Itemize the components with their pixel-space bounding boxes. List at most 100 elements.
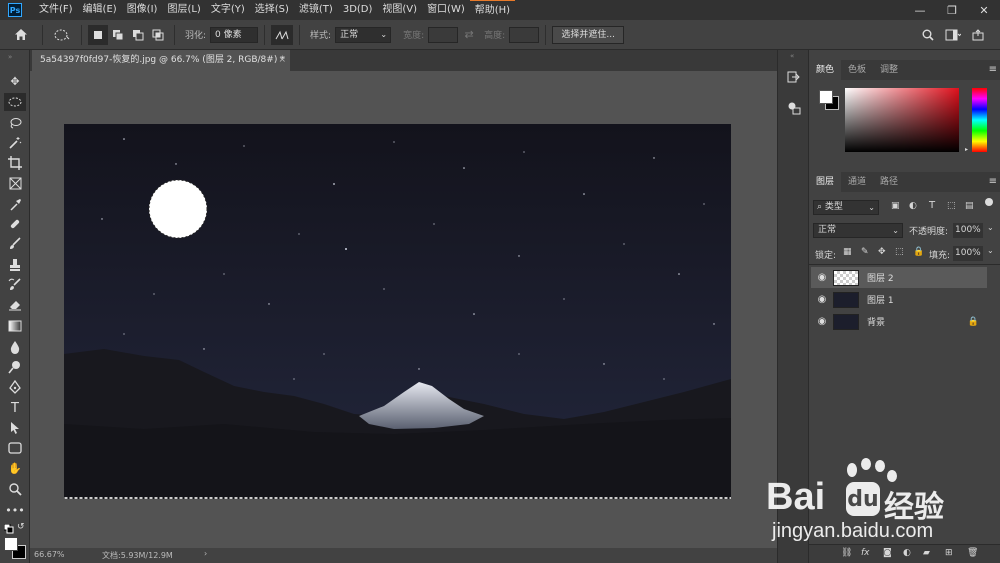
minimize-button[interactable]: — — [904, 0, 936, 20]
eyedropper-tool-icon[interactable] — [4, 195, 26, 213]
rectangle-tool-icon[interactable] — [4, 439, 26, 457]
filter-pixel-icon[interactable]: ▣ — [891, 201, 900, 211]
lock-position-icon[interactable]: ✥ — [878, 247, 886, 257]
tab-swatches[interactable]: 色板 — [841, 60, 873, 80]
subtract-from-selection-icon[interactable] — [128, 25, 148, 45]
lock-artboard-icon[interactable]: ⬚ — [895, 247, 904, 257]
close-document-icon[interactable]: × — [278, 50, 286, 71]
hand-tool-icon[interactable]: ✋ — [4, 459, 26, 477]
filter-toggle-icon[interactable] — [985, 198, 993, 206]
fill-input[interactable]: 100% — [953, 246, 983, 261]
visibility-eye-icon[interactable]: ◉ — [811, 272, 833, 283]
pen-tool-icon[interactable] — [4, 378, 26, 396]
layer-name[interactable]: 图层 1 — [867, 293, 894, 306]
menu-type[interactable]: 文字(Y) — [206, 0, 250, 20]
add-mask-icon[interactable]: ◙ — [883, 548, 892, 558]
close-button[interactable]: ✕ — [968, 0, 1000, 20]
menu-select[interactable]: 选择(S) — [250, 0, 294, 20]
history-panel-icon[interactable] — [784, 68, 804, 88]
layer-filter-select[interactable]: ⌕ 类型 ⌄ — [813, 200, 879, 215]
add-to-selection-icon[interactable] — [108, 25, 128, 45]
default-colors-icon[interactable] — [3, 523, 14, 534]
new-group-icon[interactable]: ▰ — [923, 548, 930, 558]
lock-image-icon[interactable]: ✎ — [861, 247, 869, 257]
anti-alias-icon[interactable] — [271, 24, 294, 45]
foreground-color-swatch[interactable] — [4, 537, 18, 551]
workspace-icon[interactable] — [942, 25, 964, 45]
filter-shape-icon[interactable]: ⬚ — [947, 201, 956, 211]
visibility-eye-icon[interactable]: ◉ — [811, 316, 833, 327]
zoom-level[interactable]: 66.67% — [34, 550, 65, 559]
share-icon[interactable] — [968, 25, 988, 45]
elliptical-marquee-preset-icon[interactable] — [49, 25, 75, 45]
filter-adjustment-icon[interactable]: ◐ — [909, 201, 917, 211]
document-tab[interactable]: 5a54397f0fd97-恢复的.jpg @ 66.7% (图层 2, RGB… — [32, 50, 290, 71]
chevron-down-icon[interactable]: ⌄ — [987, 246, 994, 255]
select-and-mask-button[interactable]: 选择并遮住... — [552, 25, 625, 44]
filter-smart-object-icon[interactable]: ▤ — [965, 201, 974, 211]
menu-edit[interactable]: 编辑(E) — [78, 0, 122, 20]
history-brush-tool-icon[interactable] — [4, 276, 26, 294]
type-tool-icon[interactable]: T — [4, 399, 26, 417]
properties-panel-icon[interactable] — [784, 98, 804, 118]
swap-width-height-icon[interactable]: ⇄ — [458, 25, 480, 45]
foreground-color-swatch[interactable] — [819, 90, 833, 104]
status-menu-arrow-icon[interactable]: › — [204, 549, 207, 558]
swap-colors-icon[interactable]: ↺ — [17, 522, 25, 532]
elliptical-marquee-tool-icon[interactable] — [4, 93, 26, 111]
adjustment-layer-icon[interactable]: ◐ — [903, 548, 911, 558]
height-input[interactable] — [509, 26, 540, 43]
tab-color[interactable]: 颜色 — [809, 60, 842, 80]
link-layers-icon[interactable]: ⛓ — [841, 548, 852, 558]
delete-layer-icon[interactable]: 🗑 — [967, 548, 978, 558]
crop-tool-icon[interactable] — [4, 154, 26, 172]
menu-3d[interactable]: 3D(D) — [338, 0, 378, 20]
move-tool-icon[interactable]: ✥ — [4, 72, 26, 90]
document-canvas[interactable] — [64, 124, 731, 499]
restore-button[interactable]: ❐ — [936, 0, 968, 20]
menu-filter[interactable]: 滤镜(T) — [294, 0, 338, 20]
search-icon[interactable] — [920, 25, 936, 45]
lock-transparency-icon[interactable]: ▦ — [843, 247, 852, 257]
frame-tool-icon[interactable] — [4, 174, 26, 192]
canvas-area[interactable] — [30, 71, 777, 548]
menu-file[interactable]: 文件(F) — [34, 0, 78, 20]
hue-slider-handle-icon[interactable]: ▸ — [965, 146, 968, 153]
layer-style-icon[interactable]: fx — [861, 548, 870, 558]
new-layer-icon[interactable]: ⊞ — [945, 548, 953, 558]
more-tools-icon[interactable]: ••• — [4, 501, 26, 519]
zoom-tool-icon[interactable] — [4, 480, 26, 498]
menu-image[interactable]: 图像(I) — [122, 0, 163, 20]
gradient-tool-icon[interactable] — [4, 317, 26, 335]
chevron-down-icon[interactable]: ⌄ — [987, 223, 994, 232]
lasso-tool-icon[interactable] — [4, 114, 26, 132]
brush-tool-icon[interactable] — [4, 235, 26, 253]
width-input[interactable] — [428, 26, 459, 43]
hue-slider[interactable] — [972, 88, 987, 152]
dodge-tool-icon[interactable] — [4, 358, 26, 376]
tab-paths[interactable]: 路径 — [873, 172, 905, 192]
feather-input[interactable]: 0 像素 — [210, 26, 259, 43]
magic-wand-tool-icon[interactable] — [4, 134, 26, 152]
style-select[interactable]: 正常 ⌄ — [335, 26, 392, 43]
opacity-input[interactable]: 100% — [953, 223, 983, 238]
layer-name[interactable]: 图层 2 — [867, 271, 894, 284]
visibility-eye-icon[interactable]: ◉ — [811, 294, 833, 305]
blend-mode-select[interactable]: 正常 ⌄ — [813, 223, 903, 238]
tab-channels[interactable]: 通道 — [841, 172, 873, 192]
menu-help[interactable]: 帮助(H) — [469, 0, 516, 21]
intersect-selection-icon[interactable] — [148, 25, 168, 45]
layer-row[interactable]: ◉ 图层 1 — [811, 289, 987, 310]
layer-name[interactable]: 背景 — [867, 315, 885, 328]
filter-type-icon[interactable]: T — [929, 200, 935, 211]
tab-layers[interactable]: 图层 — [809, 172, 842, 192]
blur-tool-icon[interactable] — [4, 338, 26, 356]
moon-selection[interactable] — [148, 179, 208, 239]
layer-row[interactable]: ◉ 图层 2 — [811, 267, 987, 288]
menu-window[interactable]: 窗口(W) — [422, 0, 470, 20]
new-selection-icon[interactable] — [88, 24, 108, 45]
panel-menu-icon[interactable]: ≡ — [989, 172, 997, 192]
healing-brush-tool-icon[interactable] — [4, 215, 26, 233]
color-field[interactable] — [845, 88, 959, 152]
menu-layer[interactable]: 图层(L) — [162, 0, 205, 20]
